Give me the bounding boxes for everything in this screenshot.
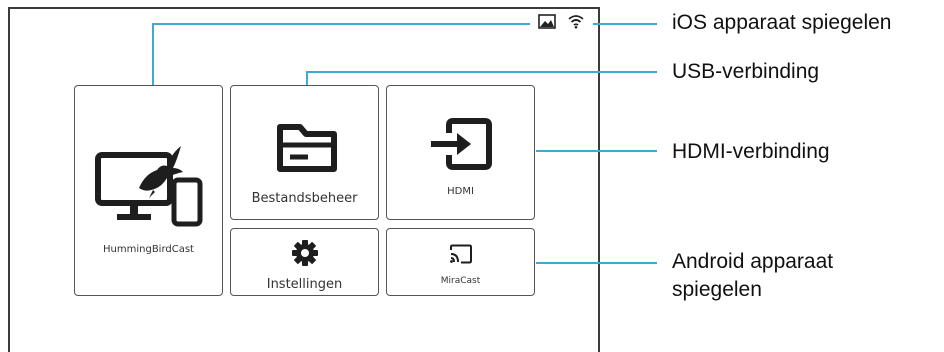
wifi-icon (568, 14, 584, 34)
leader-usb-horizontal (306, 71, 657, 73)
file-manager-tile[interactable]: Bestandsbeheer (230, 85, 379, 220)
settings-label: Instellingen (266, 277, 343, 292)
folder-icon (276, 119, 338, 178)
annotation-hdmi: HDMI-verbinding (672, 140, 830, 163)
hdmi-label: HDMI (447, 186, 474, 197)
leader-ios-vertical (152, 23, 154, 85)
hummingbirdcast-tile[interactable]: HummingBirdCast (74, 85, 223, 296)
input-arrow-icon (429, 118, 493, 175)
gear-icon (291, 239, 319, 272)
miracast-tile[interactable]: MiraCast (386, 228, 535, 296)
annotation-android: Android apparaat spiegelen (672, 250, 834, 301)
annotation-usb: USB-verbinding (672, 60, 820, 83)
leader-hdmi (536, 150, 657, 152)
hdmi-tile[interactable]: HDMI (386, 85, 535, 220)
status-bar (538, 14, 584, 34)
hummingbirdcast-label: HummingBirdCast (103, 244, 194, 255)
screen-mirror-icon (538, 14, 556, 34)
settings-tile[interactable]: Instellingen (230, 228, 379, 296)
leader-usb-vertical (306, 71, 308, 85)
file-manager-label: Bestandsbeheer (251, 191, 358, 206)
cast-icon (449, 244, 473, 269)
miracast-label: MiraCast (440, 276, 481, 286)
monitor-bird-phone-icon (95, 138, 207, 237)
annotation-ios: iOS apparaat spiegelen (672, 11, 892, 34)
leader-ios-right (593, 23, 657, 25)
leader-ios-horizontal (152, 23, 530, 25)
leader-android (536, 262, 657, 264)
